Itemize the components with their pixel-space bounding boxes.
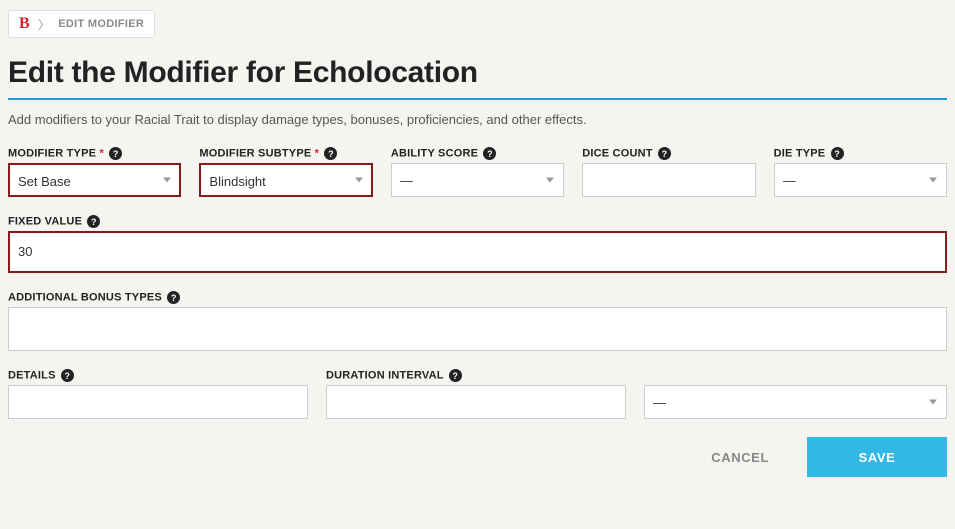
form-row-details-duration: DETAILS ? DURATION INTERVAL ? — bbox=[8, 369, 947, 419]
field-modifier-type: MODIFIER TYPE * ? Set Base bbox=[8, 147, 181, 197]
field-fixed-value: FIXED VALUE ? bbox=[8, 215, 947, 273]
form-row-fixed-value: FIXED VALUE ? bbox=[8, 215, 947, 273]
required-asterisk: * bbox=[99, 147, 103, 159]
field-additional-bonus: ADDITIONAL BONUS TYPES ? bbox=[8, 291, 947, 351]
label-text: FIXED VALUE bbox=[8, 215, 82, 227]
help-icon[interactable]: ? bbox=[87, 215, 100, 228]
additional-bonus-input[interactable] bbox=[8, 307, 947, 351]
help-icon[interactable]: ? bbox=[324, 147, 337, 160]
label-text: DETAILS bbox=[8, 369, 56, 381]
form-actions: CANCEL SAVE bbox=[8, 437, 947, 477]
field-duration-unit: — bbox=[644, 382, 947, 419]
breadcrumb: B 〉 EDIT MODIFIER bbox=[8, 10, 155, 38]
breadcrumb-current: EDIT MODIFIER bbox=[58, 18, 144, 30]
field-modifier-subtype: MODIFIER SUBTYPE * ? Blindsight bbox=[199, 147, 372, 197]
label-text: DICE COUNT bbox=[582, 147, 652, 159]
select-wrapper: Set Base bbox=[8, 163, 181, 197]
help-icon[interactable]: ? bbox=[61, 369, 74, 382]
brand-logo[interactable]: B bbox=[19, 15, 30, 33]
help-icon[interactable]: ? bbox=[449, 369, 462, 382]
label-text: MODIFIER TYPE bbox=[8, 147, 96, 159]
select-wrapper: — bbox=[774, 163, 947, 197]
select-wrapper: — bbox=[391, 163, 564, 197]
duration-interval-input[interactable] bbox=[326, 385, 626, 419]
form-row-1: MODIFIER TYPE * ? Set Base MODIFIER SUBT… bbox=[8, 147, 947, 197]
label-duration-interval: DURATION INTERVAL ? bbox=[326, 369, 626, 382]
duration-unit-select[interactable]: — bbox=[644, 385, 947, 419]
label-additional-bonus: ADDITIONAL BONUS TYPES ? bbox=[8, 291, 947, 304]
label-text: DIE TYPE bbox=[774, 147, 826, 159]
help-icon[interactable]: ? bbox=[658, 147, 671, 160]
ability-score-select[interactable]: — bbox=[391, 163, 564, 197]
label-fixed-value: FIXED VALUE ? bbox=[8, 215, 947, 228]
label-text: DURATION INTERVAL bbox=[326, 369, 443, 381]
dice-count-input[interactable] bbox=[582, 163, 755, 197]
select-wrapper: — bbox=[644, 385, 947, 419]
details-input[interactable] bbox=[8, 385, 308, 419]
label-modifier-subtype: MODIFIER SUBTYPE * ? bbox=[199, 147, 372, 160]
field-ability-score: ABILITY SCORE ? — bbox=[391, 147, 564, 197]
help-icon[interactable]: ? bbox=[109, 147, 122, 160]
label-dice-count: DICE COUNT ? bbox=[582, 147, 755, 160]
page-description: Add modifiers to your Racial Trait to di… bbox=[8, 112, 947, 127]
modifier-subtype-select[interactable]: Blindsight bbox=[199, 163, 372, 197]
page-title: Edit the Modifier for Echolocation bbox=[8, 56, 947, 90]
help-icon[interactable]: ? bbox=[483, 147, 496, 160]
save-button[interactable]: SAVE bbox=[807, 437, 947, 477]
field-duration-interval: DURATION INTERVAL ? bbox=[326, 369, 626, 419]
label-text: ADDITIONAL BONUS TYPES bbox=[8, 291, 162, 303]
form-row-additional-bonus: ADDITIONAL BONUS TYPES ? bbox=[8, 291, 947, 351]
cancel-button[interactable]: CANCEL bbox=[683, 437, 797, 477]
field-die-type: DIE TYPE ? — bbox=[774, 147, 947, 197]
required-asterisk: * bbox=[315, 147, 319, 159]
help-icon[interactable]: ? bbox=[831, 147, 844, 160]
field-dice-count: DICE COUNT ? bbox=[582, 147, 755, 197]
label-die-type: DIE TYPE ? bbox=[774, 147, 947, 160]
modifier-type-select[interactable]: Set Base bbox=[8, 163, 181, 197]
select-wrapper: Blindsight bbox=[199, 163, 372, 197]
fixed-value-input[interactable] bbox=[8, 231, 947, 273]
label-ability-score: ABILITY SCORE ? bbox=[391, 147, 564, 160]
label-text: MODIFIER SUBTYPE bbox=[199, 147, 311, 159]
chevron-right-icon: 〉 bbox=[38, 16, 50, 33]
field-details: DETAILS ? bbox=[8, 369, 308, 419]
title-rule bbox=[8, 98, 947, 100]
label-details: DETAILS ? bbox=[8, 369, 308, 382]
help-icon[interactable]: ? bbox=[167, 291, 180, 304]
label-text: ABILITY SCORE bbox=[391, 147, 478, 159]
label-modifier-type: MODIFIER TYPE * ? bbox=[8, 147, 181, 160]
die-type-select[interactable]: — bbox=[774, 163, 947, 197]
